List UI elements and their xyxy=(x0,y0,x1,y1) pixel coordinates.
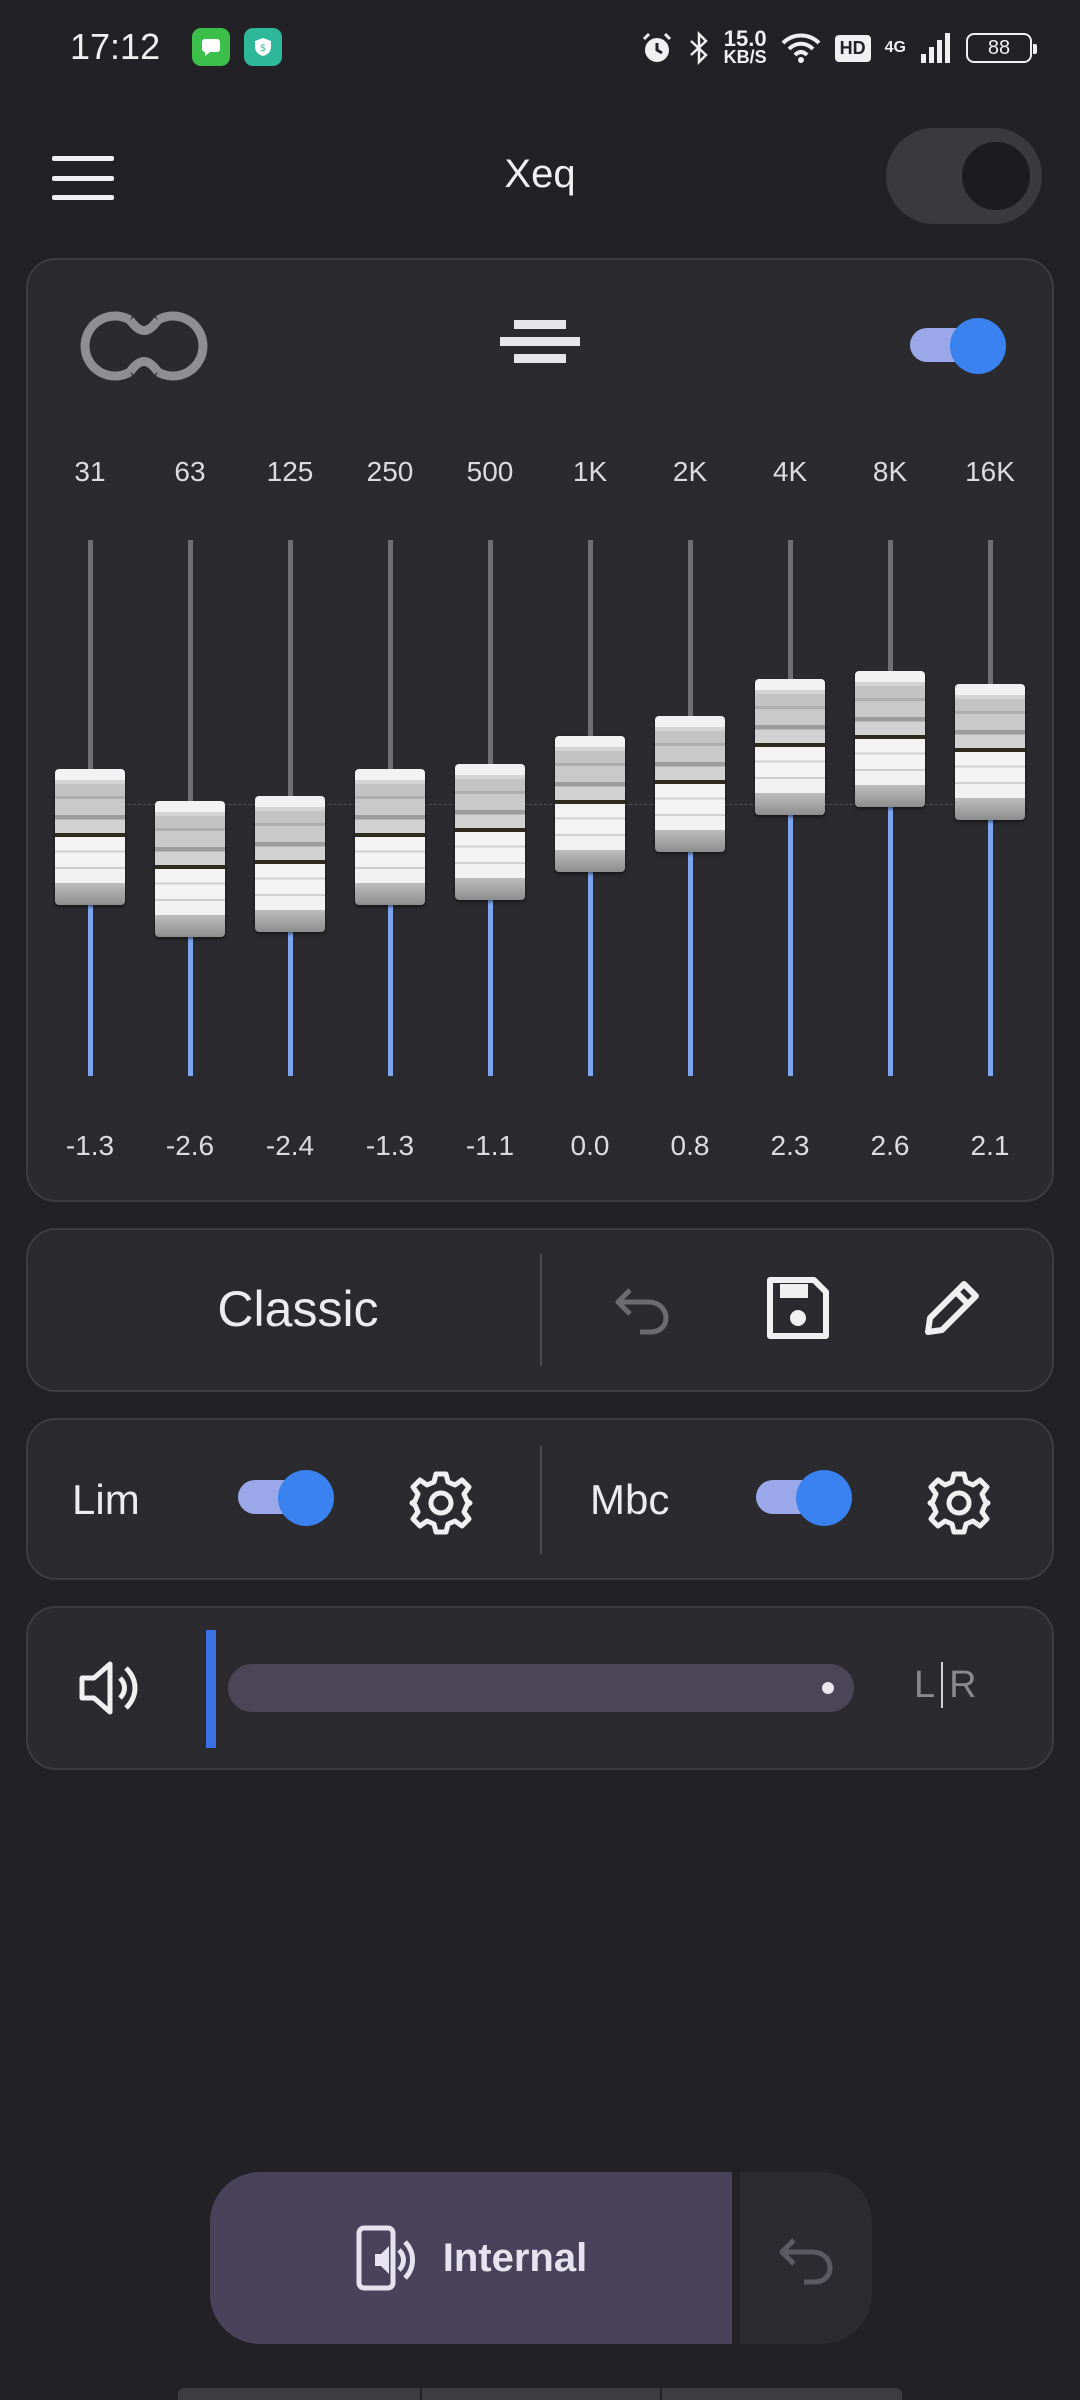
hd-badge: HD xyxy=(834,34,871,62)
divider xyxy=(540,1254,542,1366)
output-reset-button[interactable] xyxy=(740,2172,872,2344)
band-frequency-label: 2K xyxy=(672,456,708,487)
limiter-settings-gear-icon[interactable] xyxy=(408,1470,474,1536)
band-frequency-label: 1K xyxy=(572,456,608,487)
output-device-button[interactable]: Internal xyxy=(210,2172,732,2344)
band-frequency-label: 125 xyxy=(266,456,314,487)
master-power-toggle[interactable] xyxy=(886,128,1042,224)
wifi-icon xyxy=(781,33,821,63)
band-frequency-label: 4K xyxy=(772,456,808,487)
volume-card: L R xyxy=(26,1606,1054,1770)
undo-icon[interactable] xyxy=(612,1278,672,1338)
band-gain-label: 2.3 xyxy=(770,1130,810,1161)
limiter-label: Lim xyxy=(72,1476,140,1523)
balance-left-label: L xyxy=(914,1663,936,1706)
equalizer-logo-icon xyxy=(80,311,208,381)
volume-icon[interactable] xyxy=(78,1660,140,1716)
messages-notification-icon xyxy=(192,28,230,66)
band-gain-label: 2.1 xyxy=(970,1130,1010,1161)
battery-indicator: 88 xyxy=(966,33,1037,63)
svg-text:$: $ xyxy=(260,43,266,54)
band-slider-thumb[interactable] xyxy=(155,801,225,937)
volume-position-marker[interactable] xyxy=(206,1630,216,1748)
band-frequency-label: 63 xyxy=(174,456,206,487)
alarm-icon xyxy=(642,32,671,62)
band-gain-label: 0.8 xyxy=(670,1130,710,1161)
edit-icon[interactable] xyxy=(920,1276,984,1340)
band-gain-label: -2.4 xyxy=(265,1130,315,1161)
status-time: 17:12 xyxy=(70,26,161,67)
signal-icon xyxy=(921,33,950,63)
phone-speaker-icon xyxy=(356,2225,415,2291)
band-gain-label: -1.3 xyxy=(65,1130,115,1161)
mbc-toggle[interactable] xyxy=(752,1470,852,1526)
divider xyxy=(540,1446,542,1554)
equalizer-card: 31 -1.3 63 -2.6 125 -2.4 250 -1.3 500 -1.1 1K 0.0 2K… xyxy=(26,258,1054,1202)
save-icon[interactable] xyxy=(766,1276,830,1340)
band-frequency-label: 250 xyxy=(366,456,414,487)
volume-slider-end-dot xyxy=(822,1682,834,1694)
app-bar: Xeq xyxy=(0,120,1080,230)
balance-divider xyxy=(941,1662,944,1708)
preset-card: Classic xyxy=(26,1228,1054,1392)
band-slider-thumb[interactable] xyxy=(355,768,425,905)
bottom-tab-strip xyxy=(178,2388,902,2400)
band-frequency-label: 8K xyxy=(872,456,908,487)
mbc-label: Mbc xyxy=(590,1476,670,1523)
band-slider-thumb[interactable] xyxy=(555,736,625,872)
status-bar: 17:12 $ 15.0 KB/S HD 4G 88 xyxy=(0,0,1080,96)
band-gain-label: -1.1 xyxy=(465,1130,515,1161)
network-speed: 15.0 KB/S xyxy=(723,26,767,67)
band-gain-label: -1.3 xyxy=(365,1130,415,1161)
band-slider-thumb[interactable] xyxy=(455,763,525,900)
toggle-knob xyxy=(950,318,1006,374)
band-frequency-label: 31 xyxy=(74,456,106,487)
effects-card: Lim Mbc xyxy=(26,1418,1054,1580)
bluetooth-icon xyxy=(689,31,708,65)
band-frequency-label: 500 xyxy=(466,456,514,487)
band-slider-thumb[interactable] xyxy=(55,768,125,905)
balance-right-label: R xyxy=(949,1663,977,1706)
balance-control[interactable]: L R xyxy=(914,1662,977,1708)
flatten-equalizer-icon[interactable] xyxy=(500,320,580,364)
undo-icon xyxy=(779,2238,833,2285)
band-slider-thumb[interactable] xyxy=(855,671,925,807)
band-gain-label: 0.0 xyxy=(570,1130,610,1161)
toggle-knob xyxy=(796,1470,852,1526)
limiter-toggle[interactable] xyxy=(234,1470,334,1526)
band-slider-thumb[interactable] xyxy=(955,683,1025,820)
band-gain-label: -2.6 xyxy=(165,1130,215,1161)
volume-slider[interactable] xyxy=(228,1664,854,1712)
band-slider-thumb[interactable] xyxy=(655,716,725,852)
equalizer-toggle[interactable] xyxy=(906,318,1006,374)
preset-name[interactable]: Classic xyxy=(68,1280,528,1338)
band-slider-thumb[interactable] xyxy=(755,678,825,815)
band-slider-thumb[interactable] xyxy=(255,796,325,932)
network-type: 4G xyxy=(884,39,906,56)
band-gain-label: 2.6 xyxy=(870,1130,910,1161)
toggle-knob xyxy=(278,1470,334,1526)
mbc-settings-gear-icon[interactable] xyxy=(926,1470,992,1536)
band-frequency-label: 16K xyxy=(965,456,1015,487)
status-icons: 15.0 KB/S HD 4G 88 xyxy=(640,26,1037,70)
output-device-label: Internal xyxy=(442,2235,588,2280)
toggle-knob xyxy=(962,142,1030,210)
security-notification-icon: $ xyxy=(244,28,282,66)
